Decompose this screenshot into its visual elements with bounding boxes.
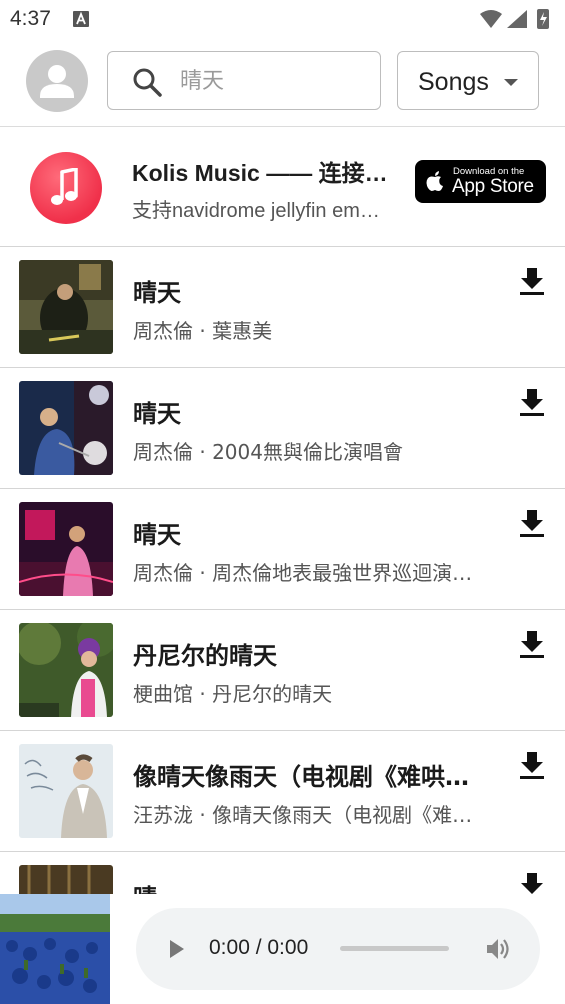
banner-title: Kolis Music —— 连接Navidrome: [132, 160, 390, 186]
song-title: 晴: [133, 878, 483, 894]
song-subtitle: 周杰倫 · 葉惠美: [133, 319, 273, 343]
now-playing-cover[interactable]: [0, 894, 110, 1004]
song-row[interactable]: 晴天 周杰倫 · 葉惠美: [0, 247, 565, 368]
song-title: 晴天: [133, 521, 181, 549]
download-icon[interactable]: [519, 387, 545, 417]
volume-icon[interactable]: [485, 936, 511, 962]
search-box[interactable]: [107, 51, 381, 110]
play-icon[interactable]: [170, 940, 184, 958]
album-cover: [19, 623, 113, 717]
song-row[interactable]: 晴天 周杰倫 · 周杰倫地表最強世界巡迴演唱會: [0, 489, 565, 610]
status-time: 4:37: [10, 7, 51, 30]
audio-player[interactable]: 0:00 / 0:00: [136, 908, 540, 990]
song-subtitle: 汪苏泷 · 像晴天像雨天（电视剧《难哄》插曲）: [133, 803, 478, 827]
playback-time: 0:00 / 0:00: [209, 936, 309, 959]
album-cover: [19, 865, 113, 894]
download-icon[interactable]: [519, 508, 545, 538]
music-note-icon: [30, 152, 102, 224]
album-cover: [19, 260, 113, 354]
type-select-label: Songs: [418, 68, 489, 96]
person-icon: [40, 65, 74, 98]
song-subtitle: 周杰倫 · 2004無與倫比演唱會: [133, 440, 403, 464]
download-icon[interactable]: [519, 629, 545, 659]
song-list[interactable]: 晴天 周杰倫 · 葉惠美 晴天 周杰倫 · 2004無與倫比演唱會 晴天 周杰倫…: [0, 247, 565, 894]
seek-bar[interactable]: [340, 946, 449, 951]
song-row[interactable]: 晴天 周杰倫 · 2004無與倫比演唱會: [0, 368, 565, 489]
song-title: 像晴天像雨天（电视剧《难哄》插曲）: [133, 763, 483, 791]
status-bar: 4:37: [0, 0, 565, 40]
download-icon[interactable]: [519, 750, 545, 780]
mini-player: 0:00 / 0:00: [0, 894, 565, 1004]
top-header: Songs: [0, 40, 565, 127]
album-cover: [19, 502, 113, 596]
song-subtitle: 梗曲馆 · 丹尼尔的晴天: [133, 682, 333, 706]
song-subtitle: 周杰倫 · 周杰倫地表最強世界巡迴演唱會: [133, 561, 478, 585]
song-row[interactable]: 像晴天像雨天（电视剧《难哄》插曲） 汪苏泷 · 像晴天像雨天（电视剧《难哄》插曲…: [0, 731, 565, 852]
search-input[interactable]: [178, 64, 372, 98]
app-banner[interactable]: Kolis Music —— 连接Navidrome 支持navidrome j…: [0, 127, 565, 247]
keyboard-a-icon: [73, 11, 89, 27]
song-title: 晴天: [133, 279, 181, 307]
search-icon: [133, 68, 162, 97]
app-store-button[interactable]: Download on the App Store: [415, 160, 546, 203]
download-icon[interactable]: [519, 871, 545, 894]
song-row[interactable]: 晴: [0, 852, 565, 894]
type-select[interactable]: Songs: [397, 51, 539, 110]
apple-icon: [426, 171, 443, 191]
user-avatar[interactable]: [26, 50, 88, 112]
song-title: 晴天: [133, 400, 181, 428]
system-status-icons: [480, 9, 549, 29]
album-cover: [19, 744, 113, 838]
download-icon[interactable]: [519, 266, 545, 296]
app-store-large-text: App Store: [452, 176, 534, 197]
song-row[interactable]: 丹尼尔的晴天 梗曲馆 · 丹尼尔的晴天: [0, 610, 565, 731]
chevron-down-icon: [504, 79, 518, 86]
album-cover: [19, 381, 113, 475]
banner-subtitle: 支持navidrome jellyfin emby等: [132, 200, 390, 222]
song-title: 丹尼尔的晴天: [133, 642, 277, 670]
